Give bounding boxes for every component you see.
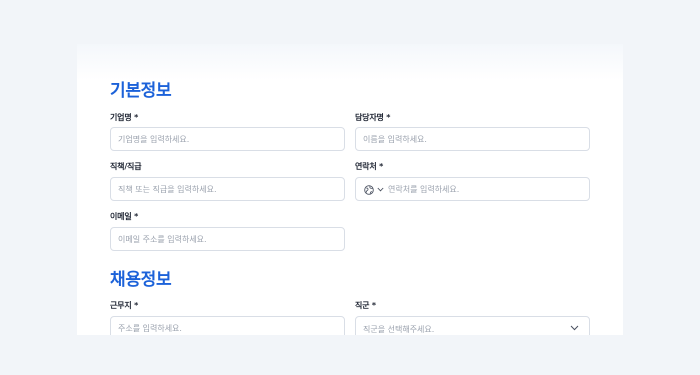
position-input[interactable] [111,178,344,200]
job-group-label: 직군 * [355,301,376,310]
company-name-field[interactable] [110,127,345,151]
location-label: 근무지 * [110,301,139,310]
job-group-select[interactable]: 직군을 선택해주세요. [355,316,590,335]
email-input[interactable] [111,228,344,250]
manager-name-input[interactable] [356,128,589,150]
email-field[interactable] [110,227,345,251]
section-title-basic: 기본정보 [110,81,172,101]
job-group-placeholder: 직군을 선택해주세요. [363,325,435,334]
location-input[interactable] [111,317,344,335]
section-title-recruit: 채용정보 [110,270,172,290]
company-name-input[interactable] [111,128,344,150]
chevron-down-icon [570,325,579,331]
contact-label: 연락처 * [355,162,384,171]
email-label: 이메일 * [110,212,139,221]
manager-name-field[interactable] [355,127,590,151]
position-field[interactable] [110,177,345,201]
manager-name-label: 담당자명 * [355,113,391,122]
form-card: 기본정보 기업명 * 담당자명 * 직책/직급 연락처 * 이메일 * 채용정보 [77,44,623,335]
location-field[interactable] [110,316,345,335]
position-label: 직책/직급 [110,162,142,171]
contact-field[interactable] [355,177,590,201]
contact-input[interactable] [356,178,589,200]
company-name-label: 기업명 * [110,113,139,122]
